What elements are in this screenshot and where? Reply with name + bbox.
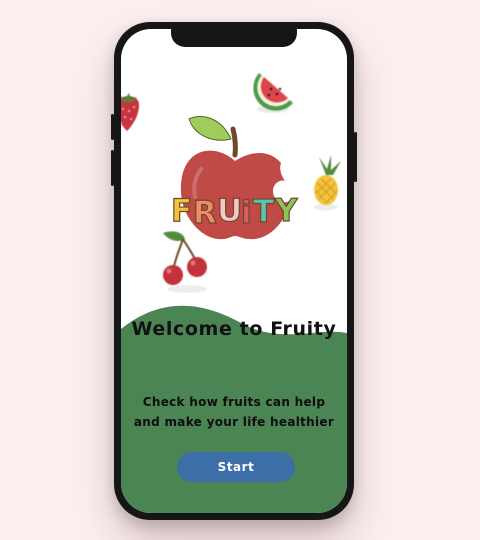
svg-text:F: F xyxy=(171,193,192,229)
svg-text:U: U xyxy=(217,193,242,229)
svg-text:R: R xyxy=(193,195,217,231)
fruity-logo-text: F R U i T Y xyxy=(170,192,298,231)
side-button-right xyxy=(354,132,357,182)
svg-text:i: i xyxy=(241,195,252,231)
phone-frame: F R U i T Y Welcome to Fruity Check how … xyxy=(111,22,357,520)
svg-text:T: T xyxy=(253,194,274,230)
svg-text:Y: Y xyxy=(274,193,298,229)
side-button-left-bottom xyxy=(111,150,114,186)
pineapple-icon xyxy=(314,155,341,211)
phone-notch xyxy=(171,29,297,47)
welcome-title: Welcome to Fruity xyxy=(131,318,337,340)
start-button[interactable]: Start xyxy=(177,452,295,482)
strawberry-icon xyxy=(121,93,139,131)
welcome-description: Check how fruits can help and make your … xyxy=(121,392,347,432)
description-line-1: Check how fruits can help xyxy=(142,395,326,409)
side-button-left-top xyxy=(111,114,114,140)
app-screen: F R U i T Y Welcome to Fruity Check how … xyxy=(121,29,347,513)
description-line-2: and make your life healthier xyxy=(133,415,335,429)
